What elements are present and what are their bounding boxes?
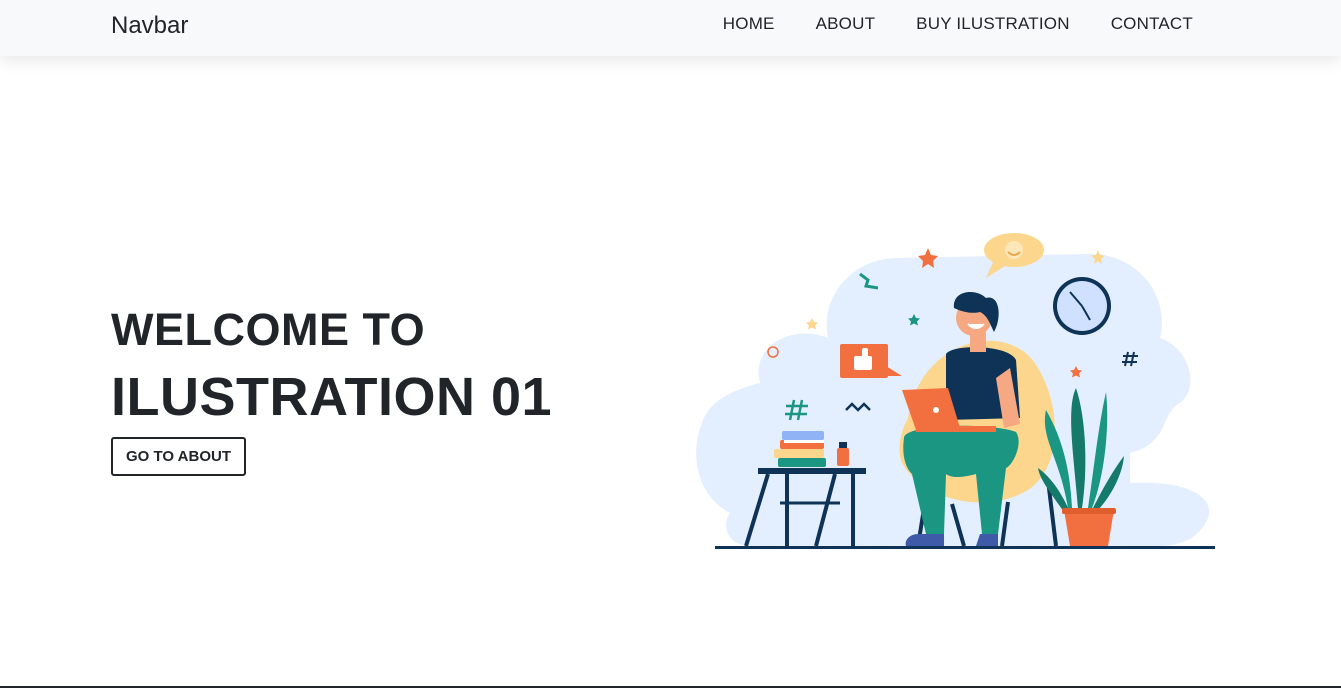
hero-illustration	[696, 233, 1215, 549]
hero-heading: WELCOME TO ILUSTRATION 01	[111, 304, 552, 428]
nav-link-contact[interactable]: CONTACT	[1111, 12, 1193, 36]
nav-link-about[interactable]: ABOUT	[816, 12, 876, 36]
nav-link-buy-ilustration[interactable]: BUY ILUSTRATION	[916, 12, 1070, 36]
clock-icon	[1053, 277, 1111, 335]
navbar-brand[interactable]: Navbar	[111, 11, 188, 41]
go-to-about-button[interactable]: GO TO ABOUT	[111, 437, 246, 476]
nav-links: HOME ABOUT BUY ILUSTRATION CONTACT	[723, 12, 1193, 36]
hero-title-line1: WELCOME TO	[111, 304, 426, 355]
nav-link-home[interactable]: HOME	[723, 12, 775, 36]
navbar: Navbar HOME ABOUT BUY ILUSTRATION CONTAC…	[0, 0, 1341, 56]
hero-title-line2: ILUSTRATION 01	[111, 367, 553, 427]
floor-line	[715, 546, 1215, 549]
